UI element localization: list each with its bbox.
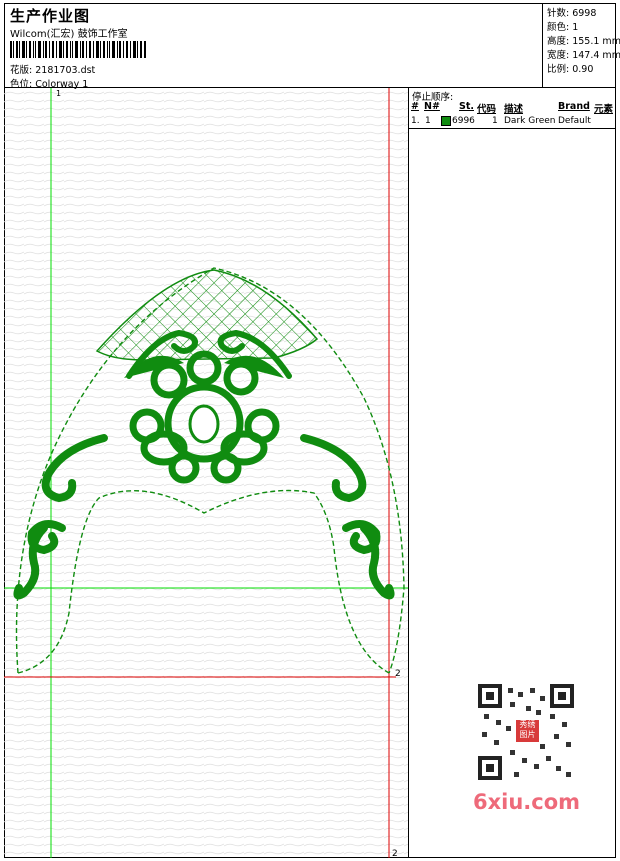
row-description: Dark Green [504,116,556,126]
row-number: 1. [411,116,420,126]
panel-divider [409,128,616,129]
studio-name: Wilcom(汇宏) 鼓饰工作室 [10,29,128,40]
guide-marker-top: 1 [56,89,61,98]
col-header-needle: N# [424,101,440,112]
header: 生产作业图 Wilcom(汇宏) 鼓饰工作室 花版: 2181703.dst 色… [4,3,620,90]
col-header-element: 元素 [594,104,614,115]
file-info: 花版: 2181703.dst [10,65,96,76]
col-header-description: 描述 [504,104,524,115]
file-name: 2181703.dst [35,65,96,76]
seal-stamp: 秀绣图片 [516,720,539,742]
stat-height: 高度: 155.1 mm [547,36,620,47]
color-swatch [441,116,451,126]
col-header-stitches: St. [459,101,474,112]
guide-marker-right: 2 [395,669,401,679]
design-canvas: 1 2 2 [4,88,409,858]
row-code: 1 [492,116,498,126]
stat-width: 宽度: 147.4 mm [547,50,620,61]
col-header-brand: Brand [558,101,590,112]
row-brand: Default [558,116,591,126]
guide-marker-bottom: 2 [392,849,398,858]
stat-stitches: 针数: 6998 [547,8,597,19]
barcode [10,41,146,58]
row-needle: 1 [425,116,431,126]
embroidery-preview: 1 2 2 [4,88,408,858]
stat-colors: 颜色: 1 [547,22,579,33]
stat-scale: 比例: 0.90 [547,64,594,75]
col-header-code: 代码 [477,104,497,115]
row-stitches: 6996 [452,116,475,126]
page-title: 生产作业图 [10,7,91,25]
watermark-site: 6xiu.com [473,790,581,814]
design-stats: 针数: 6998 颜色: 1 高度: 155.1 mm 宽度: 147.4 mm… [542,3,620,87]
col-header-index: # [411,101,419,112]
